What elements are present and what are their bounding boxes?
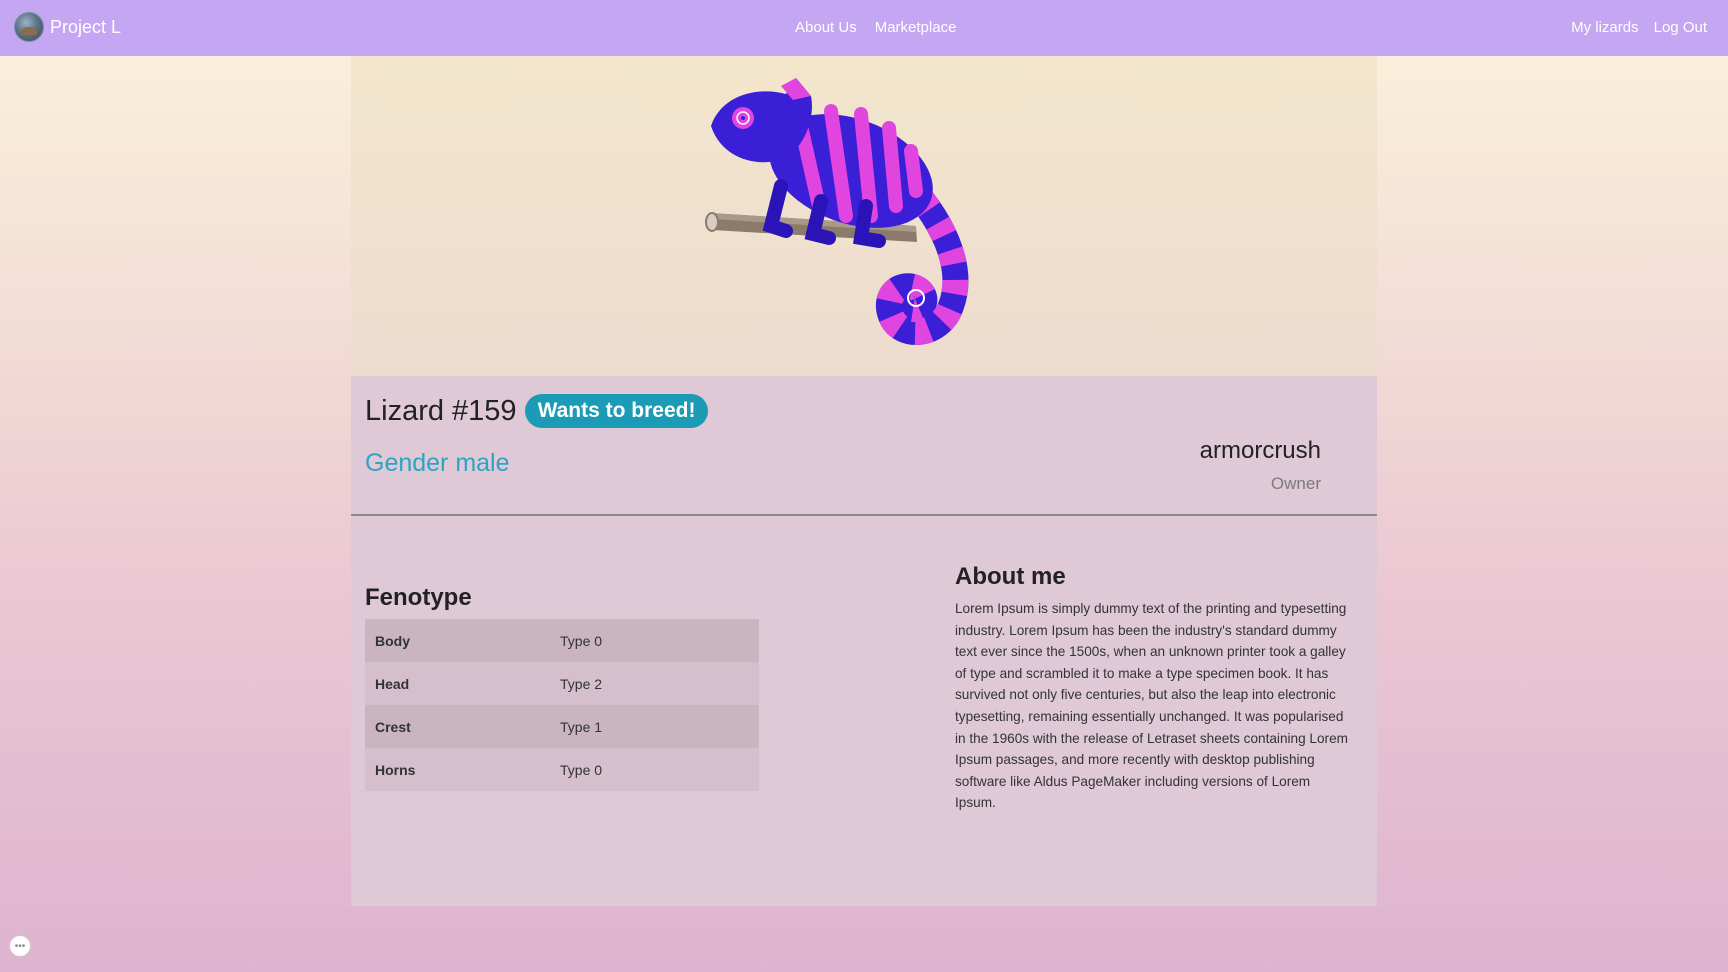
nav-link-marketplace[interactable]: Marketplace [875, 19, 957, 36]
nav-link-about-us[interactable]: About Us [795, 19, 857, 36]
nav-center-links: About Us Marketplace [795, 19, 956, 36]
owner-label: Owner [1270, 474, 1321, 493]
nav-link-log-out[interactable]: Log Out [1654, 19, 1707, 36]
trait-value: Type 2 [560, 675, 603, 692]
table-row: Body Type 0 [365, 619, 759, 662]
chat-bubble-button[interactable]: ••• [9, 935, 31, 957]
brand-name: Project L [50, 16, 122, 37]
about-me-heading: About me [955, 563, 1066, 590]
table-row: Head Type 2 [365, 662, 759, 705]
trait-value: Type 0 [560, 632, 603, 649]
lizard-title-row: Lizard #159 Wants to breed! [365, 394, 709, 428]
nav-link-my-lizards[interactable]: My lizards [1571, 19, 1639, 36]
trait-name: Body [375, 632, 410, 649]
nav-right-links: My lizards Log Out [1571, 19, 1707, 36]
trait-name: Head [375, 675, 410, 692]
gender-label: Gender male [365, 449, 510, 477]
owner-name[interactable]: armorcrush [1200, 437, 1321, 465]
top-navbar: Project L About Us Marketplace My lizard… [0, 0, 1728, 56]
trait-value: Type 1 [560, 718, 603, 735]
about-me-text: Lorem Ipsum is simply dummy text of the … [955, 601, 1348, 811]
fenotype-heading: Fenotype [365, 584, 472, 611]
brand-logo-icon [14, 12, 44, 42]
trait-value: Type 0 [560, 761, 603, 778]
wants-to-breed-badge: Wants to breed! [524, 394, 709, 428]
table-row: Horns Type 0 [365, 748, 759, 791]
chameleon-illustration-icon [705, 78, 969, 345]
divider [351, 514, 1377, 516]
fenotype-table: Body Type 0 Head Type 2 Crest Type 1 Hor… [365, 619, 759, 791]
lizard-title: Lizard #159 [365, 394, 517, 427]
table-row: Crest Type 1 [365, 705, 759, 748]
brand-link[interactable]: Project L [14, 12, 121, 42]
lizard-detail-card: Lizard #159 Wants to breed! Gender male … [351, 56, 1377, 906]
ellipsis-icon: ••• [14, 940, 26, 952]
lizard-image-area [351, 56, 1377, 376]
trait-name: Horns [375, 761, 416, 778]
trait-name: Crest [375, 718, 411, 735]
